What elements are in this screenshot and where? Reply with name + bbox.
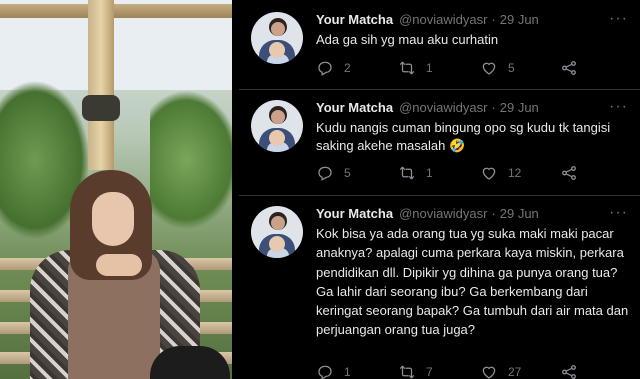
reply-icon bbox=[318, 365, 332, 379]
username[interactable]: @noviawidyasr bbox=[399, 100, 487, 115]
avatar[interactable] bbox=[251, 12, 303, 64]
like-count: 5 bbox=[508, 61, 515, 75]
tweet-date[interactable]: 29 Jun bbox=[500, 100, 539, 115]
tweet-actions: 1 7 27 bbox=[316, 363, 626, 379]
share-button[interactable] bbox=[560, 59, 588, 77]
retweet-icon bbox=[399, 61, 415, 75]
share-icon bbox=[562, 166, 576, 180]
retweet-icon bbox=[399, 365, 415, 379]
more-icon[interactable]: ··· bbox=[609, 10, 628, 28]
retweet-icon bbox=[399, 166, 415, 180]
retweet-button[interactable]: 1 bbox=[398, 59, 433, 77]
tweet-date[interactable]: 29 Jun bbox=[500, 206, 539, 221]
tweet-feed: Your Matcha @noviawidyasr · 29 Jun ··· Ada … bbox=[239, 0, 640, 379]
tweet-header: Your Matcha @noviawidyasr · 29 Jun bbox=[316, 12, 539, 27]
share-button[interactable] bbox=[560, 363, 588, 379]
tweet-text: Kudu nangis cuman bingung opo sg kudu tk… bbox=[316, 120, 611, 153]
tweet[interactable]: Your Matcha @noviawidyasr · 29 Jun ··· Ada … bbox=[239, 0, 640, 90]
heart-icon bbox=[482, 366, 496, 379]
reply-button[interactable]: 1 bbox=[316, 363, 351, 379]
like-button[interactable]: 27 bbox=[480, 363, 521, 379]
tweet-text: Kok bisa ya ada orang tua yg suka maki m… bbox=[316, 226, 629, 338]
avatar[interactable] bbox=[251, 100, 303, 152]
retweet-count: 7 bbox=[426, 365, 433, 379]
heart-icon bbox=[482, 62, 496, 75]
tweet-actions: 5 1 12 bbox=[316, 164, 626, 184]
display-name[interactable]: Your Matcha bbox=[316, 100, 393, 115]
tweet-actions: 2 1 5 bbox=[316, 59, 626, 79]
reply-icon bbox=[318, 61, 332, 76]
tweet[interactable]: Your Matcha @noviawidyasr · 29 Jun ··· Kok … bbox=[239, 196, 640, 379]
like-count: 27 bbox=[508, 365, 522, 379]
retweet-count: 1 bbox=[426, 61, 433, 75]
like-button[interactable]: 5 bbox=[480, 59, 515, 77]
retweet-button[interactable]: 1 bbox=[398, 164, 433, 182]
display-name[interactable]: Your Matcha bbox=[316, 12, 393, 27]
heart-icon bbox=[482, 167, 496, 180]
more-icon[interactable]: ··· bbox=[609, 98, 628, 116]
username[interactable]: @noviawidyasr bbox=[399, 206, 487, 221]
separator-dot: · bbox=[491, 12, 496, 27]
separator-dot: · bbox=[491, 100, 496, 115]
like-count: 12 bbox=[508, 166, 522, 180]
tweet-header: Your Matcha @noviawidyasr · 29 Jun bbox=[316, 100, 539, 115]
more-icon[interactable]: ··· bbox=[609, 204, 628, 222]
avatar[interactable] bbox=[251, 206, 303, 258]
separator-dot: · bbox=[491, 206, 496, 221]
share-icon bbox=[562, 365, 576, 379]
tweet-date[interactable]: 29 Jun bbox=[500, 12, 539, 27]
retweet-button[interactable]: 7 bbox=[398, 363, 433, 379]
tweet-text: Ada ga sih yg mau aku curhatin bbox=[316, 32, 499, 47]
reply-count: 5 bbox=[344, 166, 351, 180]
tweet[interactable]: Your Matcha @noviawidyasr · 29 Jun ··· Kudu… bbox=[239, 90, 640, 196]
like-button[interactable]: 12 bbox=[480, 164, 521, 182]
share-icon bbox=[562, 61, 576, 75]
reply-button[interactable]: 5 bbox=[316, 164, 351, 182]
reply-count: 1 bbox=[344, 365, 351, 379]
profile-photo bbox=[0, 0, 232, 379]
retweet-count: 1 bbox=[426, 166, 433, 180]
display-name[interactable]: Your Matcha bbox=[316, 206, 393, 221]
reply-icon bbox=[318, 166, 332, 181]
reply-button[interactable]: 2 bbox=[316, 59, 351, 77]
share-button[interactable] bbox=[560, 164, 588, 182]
reply-count: 2 bbox=[344, 61, 351, 75]
tweet-header: Your Matcha @noviawidyasr · 29 Jun bbox=[316, 206, 539, 221]
username[interactable]: @noviawidyasr bbox=[399, 12, 487, 27]
